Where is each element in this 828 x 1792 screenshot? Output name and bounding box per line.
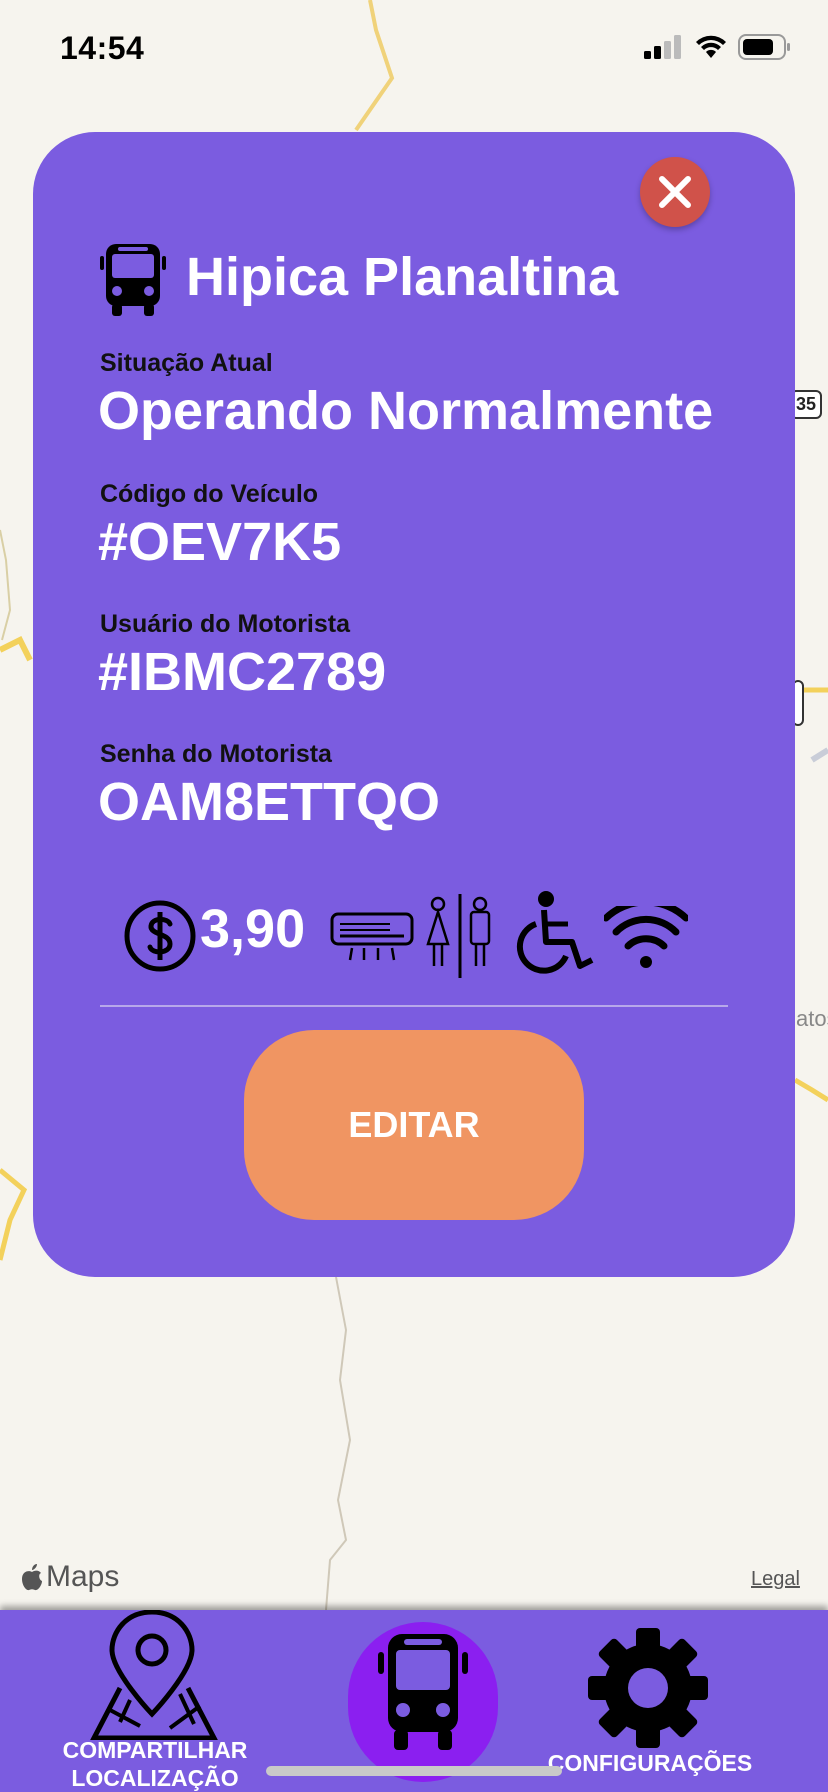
tab-settings[interactable]: CONFIGURAÇÕES — [540, 1610, 760, 1792]
gear-icon — [588, 1628, 708, 1748]
tab-share-location[interactable]: COMPARTILHAR LOCALIZAÇÃO — [50, 1610, 260, 1792]
tab-bar: COMPARTILHAR LOCALIZAÇÃO CONFIGURAÇÕES — [0, 1610, 828, 1792]
apple-logo-icon — [22, 1564, 42, 1591]
status-value: Operando Normalmente — [98, 381, 714, 441]
status-label: Situação Atual — [100, 349, 273, 377]
map-place-label: atos — [796, 1006, 828, 1031]
driver-user-value: #IBMC2789 — [98, 642, 387, 702]
status-icons — [644, 34, 792, 60]
dollar-icon — [124, 900, 196, 972]
legal-link[interactable]: Legal — [751, 1568, 800, 1591]
apple-maps-logo: Maps — [20, 1560, 119, 1594]
tab-settings-label: CONFIGURAÇÕES — [547, 1750, 753, 1776]
edit-button[interactable]: EDITAR — [244, 1030, 584, 1220]
divider — [100, 1005, 728, 1007]
close-icon — [659, 176, 691, 208]
wheelchair-icon — [516, 891, 594, 974]
bus-icon — [100, 244, 166, 316]
home-indicator — [266, 1766, 562, 1776]
close-button[interactable] — [640, 157, 710, 227]
wifi-icon — [604, 906, 688, 968]
vehicle-code-value: #OEV7K5 — [98, 512, 342, 572]
wifi-status-icon — [696, 35, 726, 58]
tab-share-label-line1: COMPARTILHAR — [62, 1737, 248, 1763]
bus-tab-icon — [378, 1634, 468, 1750]
tab-share-label-line2: LOCALIZAÇÃO — [71, 1765, 239, 1791]
driver-password-value: OAM8ETTQO — [98, 772, 441, 832]
battery-icon — [738, 34, 790, 60]
air-conditioning-icon — [330, 912, 414, 961]
driver-password-label: Senha do Motorista — [100, 740, 332, 768]
tab-bus[interactable] — [348, 1622, 498, 1782]
restroom-icon — [426, 894, 491, 978]
cellular-signal-icon — [644, 35, 681, 59]
features-row: 3,90 — [124, 890, 724, 990]
route-title: Hipica Planaltina — [186, 247, 619, 307]
vehicle-code-label: Código do Veículo — [100, 480, 319, 508]
status-time: 14:54 — [60, 30, 145, 66]
maps-label: Maps — [46, 1560, 120, 1593]
fare-price: 3,90 — [200, 899, 306, 959]
tab-share-label: COMPARTILHAR LOCALIZAÇÃO — [50, 1736, 260, 1792]
map-pin-icon — [90, 1610, 218, 1740]
driver-user-label: Usuário do Motorista — [100, 610, 351, 638]
status-bar: 14:54 — [0, 0, 828, 100]
